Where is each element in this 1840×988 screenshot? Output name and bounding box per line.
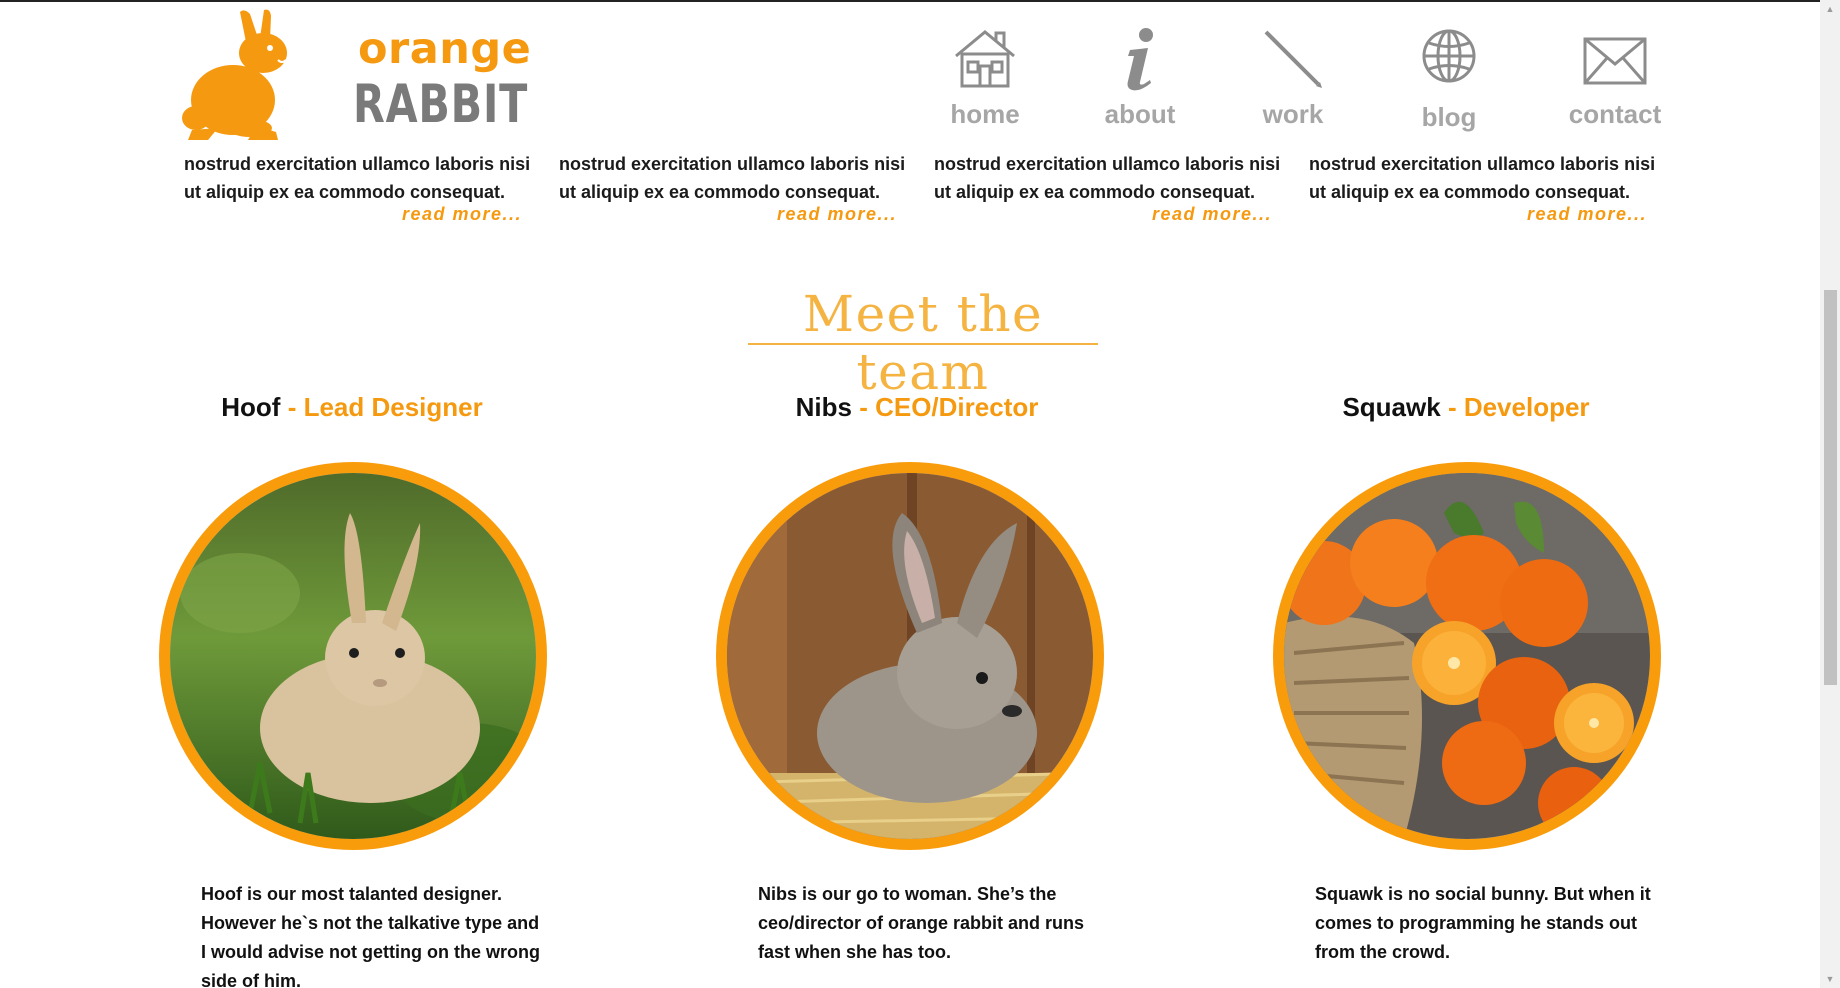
globe-icon [1422, 29, 1476, 83]
read-more-link[interactable]: read more... [1527, 204, 1647, 225]
teaser-text: ut aliquip ex ea commodo consequat. [1309, 182, 1631, 202]
teaser-column: nostrud exercitation ullamco laboris nis… [1309, 150, 1659, 224]
teaser-column: nostrud exercitation ullamco laboris nis… [184, 150, 534, 224]
pencil-icon [1264, 30, 1322, 88]
teaser-text-cut: nostrud exercitation ullamco laboris nis… [559, 154, 906, 174]
member-bio: Squawk is no social bunny. But when it c… [1315, 884, 1651, 962]
house-icon [955, 30, 1015, 88]
member-bio: Nibs is our go to woman. She’s the ceo/d… [758, 884, 1085, 962]
nav-label: work [1262, 99, 1324, 129]
read-more-link[interactable]: read more... [1152, 204, 1272, 225]
nav-label: blog [1421, 102, 1477, 132]
vertical-scrollbar[interactable]: ▲ ▼ [1820, 0, 1840, 988]
member-role: - Lead Designer [287, 392, 483, 422]
member-photo [716, 462, 1104, 850]
teaser-text: ut aliquip ex ea commodo consequat. [184, 182, 506, 202]
site-logo[interactable]: orange RABBIT [178, 8, 531, 143]
member-heading: Hoof - Lead Designer [72, 392, 632, 423]
nav-item-contact[interactable]: contact [1550, 22, 1680, 134]
info-icon [1127, 28, 1153, 91]
nav-item-blog[interactable]: blog [1394, 22, 1504, 134]
scroll-down-arrow-icon[interactable]: ▼ [1820, 970, 1840, 988]
scrollbar-thumb[interactable] [1824, 290, 1837, 685]
teaser-text: ut aliquip ex ea commodo consequat. [559, 182, 881, 202]
nav-item-work[interactable]: work [1238, 22, 1348, 134]
member-name: Squawk [1342, 392, 1441, 422]
member-role: - CEO/Director [859, 392, 1039, 422]
envelope-icon [1583, 37, 1647, 85]
member-photo [159, 462, 547, 850]
rabbit-silhouette-icon [182, 9, 287, 140]
member-photo [1273, 462, 1661, 850]
nav-label: about [1104, 99, 1176, 129]
site-header: orange RABBIT home about work blog conta… [0, 2, 1820, 148]
nav-label: contact [1568, 99, 1662, 129]
nav-item-home[interactable]: home [930, 22, 1040, 134]
section-title-underline [748, 343, 1098, 345]
member-heading: Nibs - CEO/Director [637, 392, 1197, 423]
teaser-text-cut: nostrud exercitation ullamco laboris nis… [934, 154, 1281, 174]
teaser-text-cut: nostrud exercitation ullamco laboris nis… [184, 154, 531, 174]
team-member-card: Squawk - Developer Squawk is no social b… [1186, 392, 1746, 988]
main-nav: home about work blog contact [930, 22, 1670, 134]
team-member-card: Hoof - Lead Designer Hoof is our most ta… [72, 392, 632, 988]
member-bio: Hoof is our most talanted designer. Howe… [201, 884, 540, 988]
team-member-card: Nibs - CEO/Director Nibs is our go to wo… [637, 392, 1197, 988]
teaser-text-cut: nostrud exercitation ullamco laboris nis… [1309, 154, 1656, 174]
teaser-columns: nostrud exercitation ullamco laboris nis… [0, 150, 1820, 235]
nav-item-about[interactable]: about [1085, 22, 1195, 134]
member-heading: Squawk - Developer [1186, 392, 1746, 423]
read-more-link[interactable]: read more... [777, 204, 897, 225]
teaser-column: nostrud exercitation ullamco laboris nis… [934, 150, 1284, 224]
read-more-link[interactable]: read more... [402, 204, 522, 225]
member-name: Nibs [795, 392, 852, 422]
member-role: - Developer [1447, 392, 1590, 422]
logo-text-orange: orange [358, 24, 532, 74]
nav-label: home [950, 99, 1020, 129]
teaser-column: nostrud exercitation ullamco laboris nis… [559, 150, 909, 224]
member-name: Hoof [221, 392, 281, 422]
logo-text-rabbit: RABBIT [353, 74, 529, 135]
teaser-text: ut aliquip ex ea commodo consequat. [934, 182, 1256, 202]
scroll-up-arrow-icon[interactable]: ▲ [1820, 0, 1840, 18]
